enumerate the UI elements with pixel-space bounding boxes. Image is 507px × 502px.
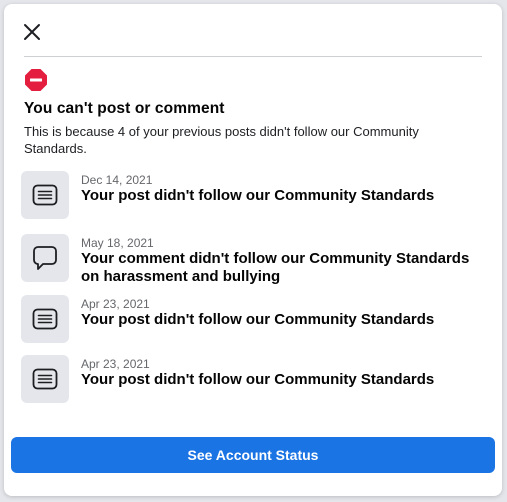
item-text: Your comment didn't follow our Community… — [81, 250, 470, 285]
item-date: Apr 23, 2021 — [81, 357, 150, 371]
see-account-status-button[interactable]: See Account Status — [11, 437, 495, 473]
restriction-dialog: You can't post or comment This is becaus… — [4, 4, 502, 496]
close-icon — [24, 24, 40, 40]
item-text: Your post didn't follow our Community St… — [81, 187, 435, 204]
close-button[interactable] — [18, 18, 46, 46]
item-text: Your post didn't follow our Community St… — [81, 371, 435, 388]
violation-item[interactable]: Apr 23, 2021 Your post didn't follow our… — [21, 355, 491, 405]
violation-item[interactable]: Dec 14, 2021 Your post didn't follow our… — [21, 171, 491, 221]
item-date: May 18, 2021 — [81, 236, 154, 250]
item-date: Apr 23, 2021 — [81, 297, 150, 311]
comment-icon — [33, 246, 57, 270]
violation-item[interactable]: Apr 23, 2021 Your post didn't follow our… — [21, 295, 491, 345]
post-icon — [32, 368, 58, 390]
violation-item[interactable]: May 18, 2021 Your comment didn't follow … — [21, 234, 491, 285]
dialog-title: You can't post or comment — [24, 100, 225, 117]
header-divider — [24, 56, 482, 57]
item-text: Your post didn't follow our Community St… — [81, 311, 435, 328]
stop-icon — [25, 69, 47, 91]
post-icon — [32, 308, 58, 330]
item-date: Dec 14, 2021 — [81, 173, 153, 187]
post-icon — [32, 184, 58, 206]
dialog-subtitle: This is because 4 of your previous posts… — [24, 124, 419, 156]
